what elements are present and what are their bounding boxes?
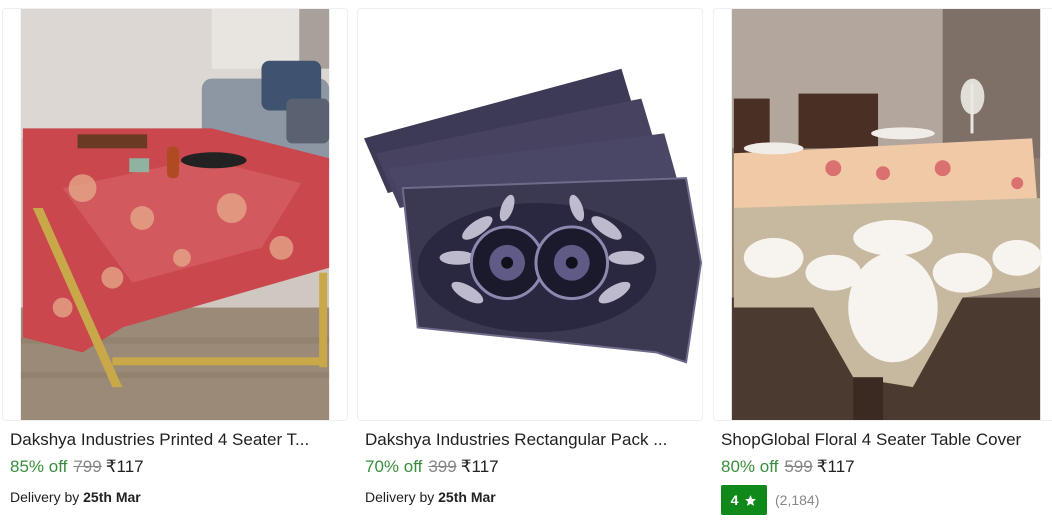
original-price: 399 [428,457,457,476]
price-row: 80% off 599 ₹117 [721,457,855,477]
product-card[interactable]: Dakshya Industries Printed 4 Seater T...… [2,0,348,524]
product-image[interactable] [713,8,1052,421]
product-image-tablecover-lace [714,9,1052,420]
product-image-placemats [358,9,702,420]
rating-count: (2,184) [775,492,820,508]
delivery-info: Delivery by 25th Mar [10,488,141,506]
delivery-label: Delivery by [365,489,435,505]
product-grid: Dakshya Industries Printed 4 Seater T...… [0,0,1052,524]
rating-value: 4 [730,492,739,508]
discount-percent: 80% off [721,457,779,476]
rating-badge: 4 [721,485,767,515]
star-icon [745,494,757,506]
product-image[interactable] [2,8,348,421]
selling-price: ₹117 [460,457,499,476]
product-image[interactable] [357,8,703,421]
selling-price: ₹117 [105,457,144,476]
product-card[interactable]: ShopGlobal Floral 4 Seater Table Cover 8… [713,0,1052,524]
price-row: 85% off 799 ₹117 [10,457,144,477]
original-price: 599 [784,457,813,476]
rating-row: 4 (2,184) [721,485,819,515]
delivery-date: 25th Mar [438,489,496,505]
discount-percent: 70% off [365,457,423,476]
original-price: 799 [73,457,102,476]
discount-percent: 85% off [10,457,68,476]
delivery-info: Delivery by 25th Mar [365,488,496,506]
product-title[interactable]: Dakshya Industries Printed 4 Seater T... [10,430,342,450]
delivery-date: 25th Mar [83,489,141,505]
selling-price: ₹117 [816,457,855,476]
price-row: 70% off 399 ₹117 [365,457,499,477]
delivery-label: Delivery by [10,489,80,505]
product-card[interactable]: Dakshya Industries Rectangular Pack ... … [357,0,703,524]
product-title[interactable]: ShopGlobal Floral 4 Seater Table Cover [721,430,1052,450]
product-title[interactable]: Dakshya Industries Rectangular Pack ... [365,430,697,450]
product-image-tablecloth-red [3,9,347,420]
